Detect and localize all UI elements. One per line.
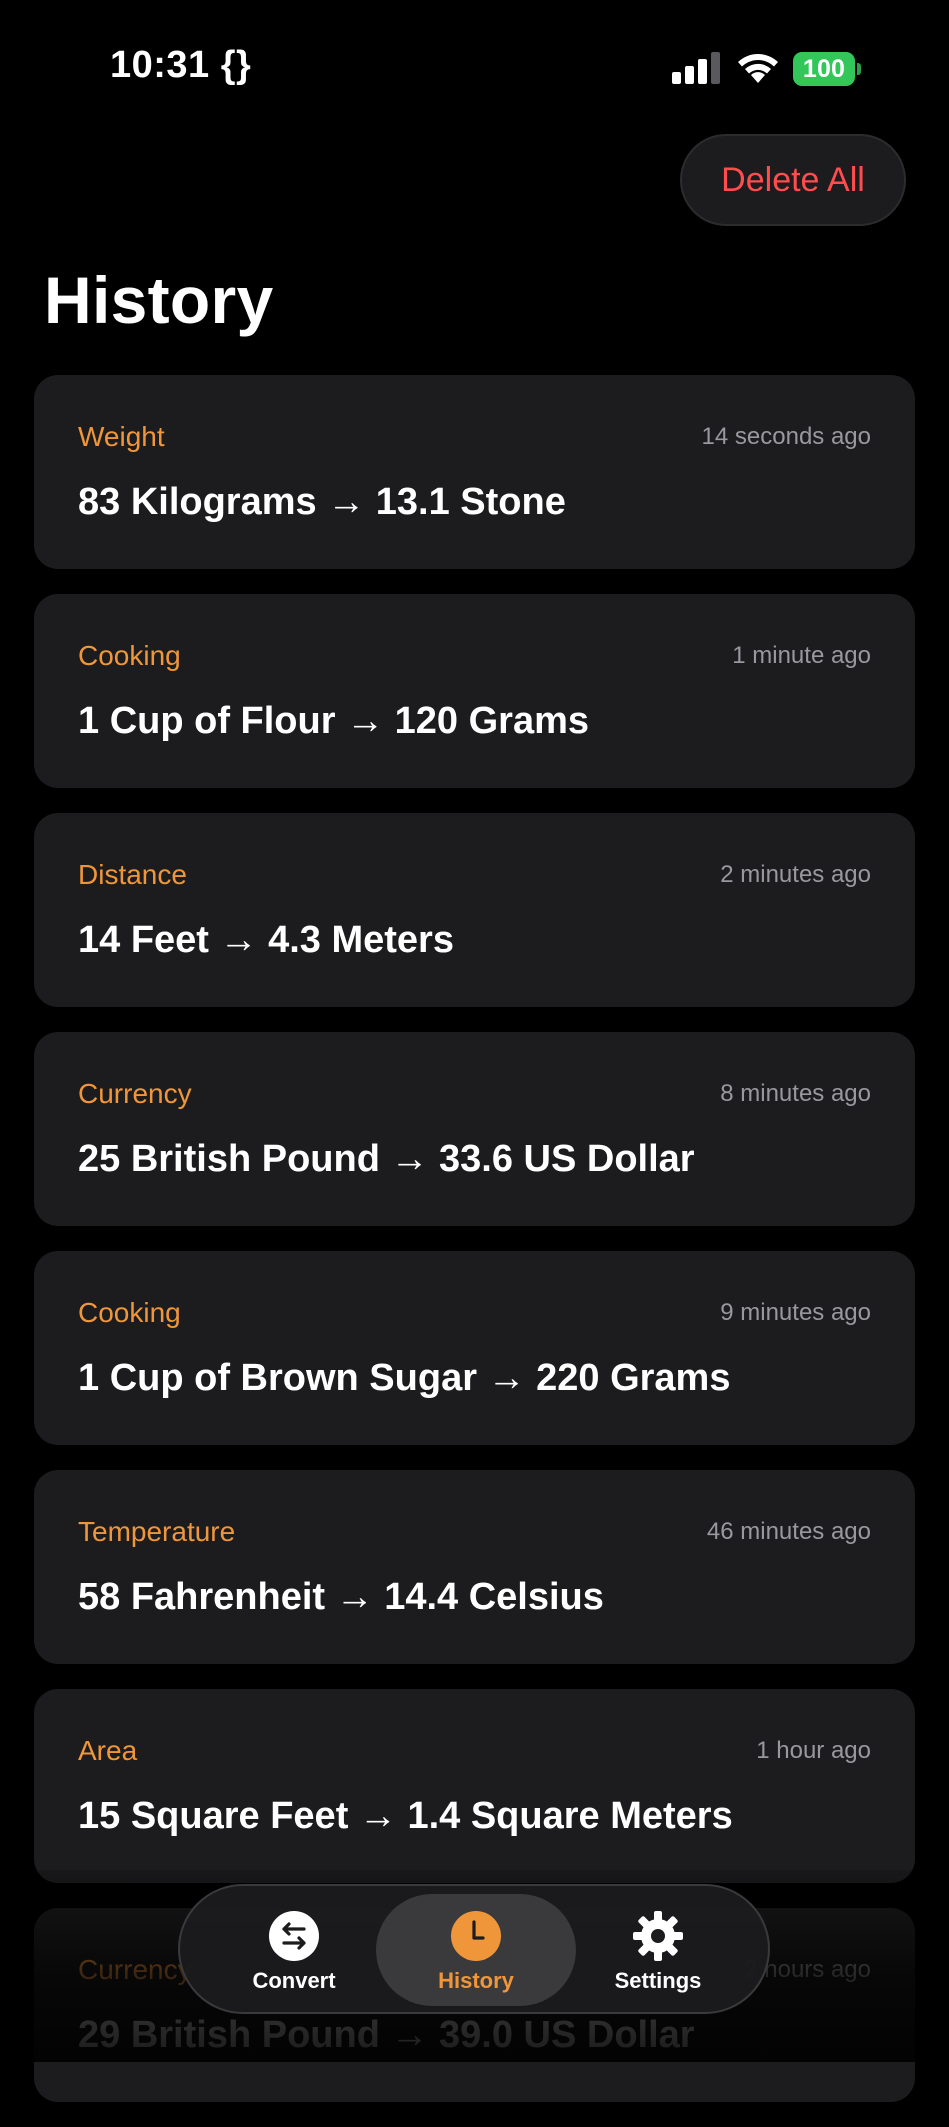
conversion-result: 14 Feet → 4.3 Meters xyxy=(78,919,454,961)
conversion-category: Currency xyxy=(78,1078,192,1109)
tab-label: Convert xyxy=(252,1968,336,1993)
tab-history[interactable]: History xyxy=(376,1894,576,2006)
tab-label: History xyxy=(438,1968,514,1993)
page-title: History xyxy=(44,263,274,337)
history-list: Weight 14 seconds ago 83 Kilograms → 13.… xyxy=(34,375,915,2127)
clock-icon xyxy=(451,1911,501,1961)
conversion-result: 83 Kilograms → 13.1 Stone xyxy=(78,481,566,523)
history-card[interactable]: Temperature 46 minutes ago 58 Fahrenheit… xyxy=(34,1470,915,1664)
status-bar: 10:31 {} 100 xyxy=(0,0,949,140)
history-card[interactable]: Cooking 9 minutes ago 1 Cup of Brown Sug… xyxy=(34,1251,915,1445)
conversion-category: Cooking xyxy=(78,1297,181,1328)
delete-all-button[interactable]: Delete All xyxy=(680,134,906,226)
conversion-result: 1 Cup of Brown Sugar → 220 Grams xyxy=(78,1357,731,1399)
history-card[interactable]: Distance 2 minutes ago 14 Feet → 4.3 Met… xyxy=(34,813,915,1007)
conversion-category: Weight xyxy=(78,421,165,452)
conversion-timestamp: 1 minute ago xyxy=(732,642,871,669)
cellular-signal-icon xyxy=(672,52,720,84)
conversion-category: Distance xyxy=(78,859,187,890)
history-card[interactable]: Area 1 hour ago 15 Square Feet → 1.4 Squ… xyxy=(34,1689,915,1883)
history-card[interactable]: Weight 14 seconds ago 83 Kilograms → 13.… xyxy=(34,375,915,569)
wifi-icon xyxy=(738,54,778,83)
history-card[interactable]: Cooking 1 minute ago 1 Cup of Flour → 12… xyxy=(34,594,915,788)
conversion-result: 1 Cup of Flour → 120 Grams xyxy=(78,700,589,742)
conversion-result: 15 Square Feet → 1.4 Square Meters xyxy=(78,1795,733,1837)
conversion-category: Temperature xyxy=(78,1516,236,1547)
history-card[interactable]: Currency 8 minutes ago 25 British Pound … xyxy=(34,1032,915,1226)
conversion-timestamp: 14 seconds ago xyxy=(701,423,871,450)
conversion-category: Cooking xyxy=(78,640,181,671)
gear-icon xyxy=(633,1911,683,1961)
tab-label: Settings xyxy=(614,1968,702,1993)
tab-settings[interactable]: Settings xyxy=(558,1894,758,2006)
battery-body: 100 xyxy=(793,52,855,86)
tab-bar: Convert History Settings xyxy=(178,1884,770,2014)
battery-level: 100 xyxy=(802,54,846,83)
conversion-timestamp: 8 minutes ago xyxy=(720,1080,871,1107)
conversion-result: 29 British Pound → 39.0 US Dollar xyxy=(78,2014,695,2056)
conversion-timestamp: 2 minutes ago xyxy=(720,861,871,888)
conversion-result: 25 British Pound → 33.6 US Dollar xyxy=(78,1138,695,1180)
status-time: 10:31 {} xyxy=(110,44,252,86)
tab-convert[interactable]: Convert xyxy=(194,1894,394,2006)
battery-tip xyxy=(857,63,861,75)
conversion-result: 58 Fahrenheit → 14.4 Celsius xyxy=(78,1576,604,1618)
conversion-category: Area xyxy=(78,1735,138,1766)
conversion-timestamp: 1 hour ago xyxy=(756,1737,871,1764)
conversion-timestamp: 9 minutes ago xyxy=(720,1299,871,1326)
conversion-timestamp: 46 minutes ago xyxy=(706,1518,871,1545)
convert-arrows-icon xyxy=(269,1911,319,1961)
conversion-category: Currency xyxy=(78,1954,192,1985)
battery-indicator: 100 xyxy=(793,52,863,86)
